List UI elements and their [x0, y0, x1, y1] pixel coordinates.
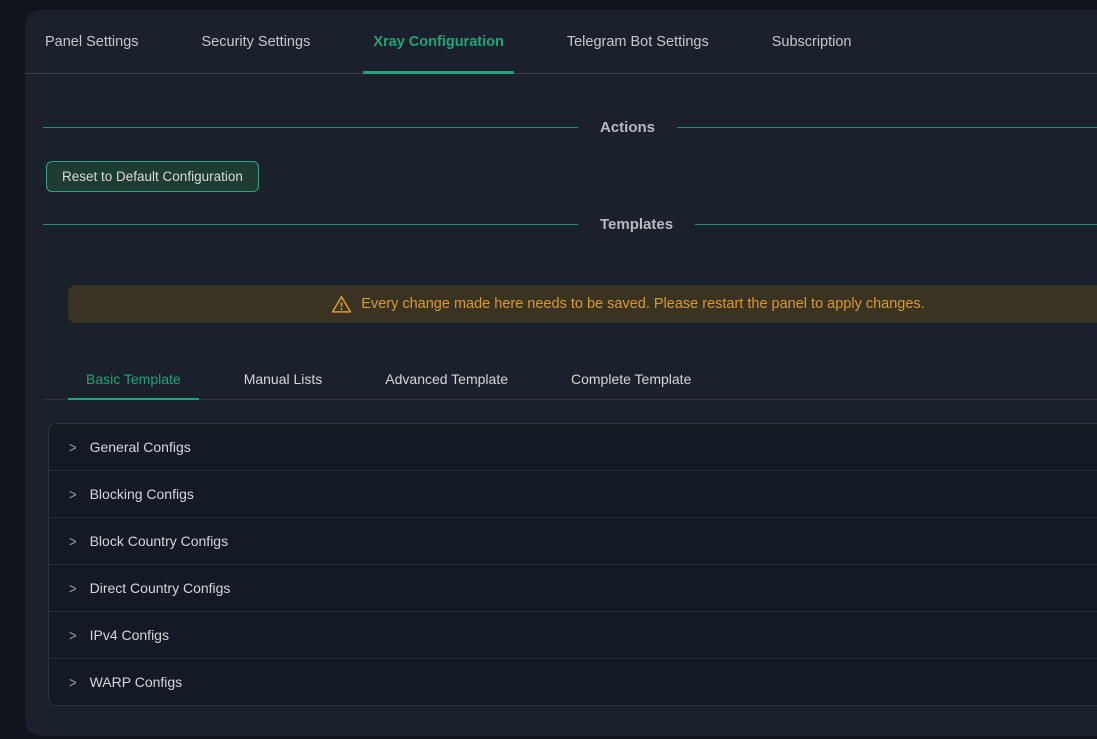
- tab-basic-template[interactable]: Basic Template: [68, 359, 199, 399]
- actions-divider: Actions: [43, 115, 1097, 139]
- collapse-header-block-country-configs[interactable]: > Block Country Configs: [49, 517, 1097, 564]
- chevron-right-icon: >: [69, 487, 77, 502]
- tab-advanced-template[interactable]: Advanced Template: [367, 359, 526, 399]
- divider-line: [43, 224, 578, 225]
- chevron-right-icon: >: [69, 675, 77, 690]
- divider-line: [43, 127, 578, 128]
- tab-manual-lists[interactable]: Manual Lists: [226, 359, 341, 399]
- actions-divider-label: Actions: [600, 119, 655, 136]
- warning-alert-message: Every change made here needs to be saved…: [361, 296, 924, 312]
- chevron-right-icon: >: [69, 534, 77, 549]
- tab-telegram-bot-settings[interactable]: Telegram Bot Settings: [557, 10, 719, 73]
- divider-line: [695, 224, 1097, 225]
- chevron-right-icon: >: [69, 581, 77, 596]
- templates-divider-label: Templates: [600, 216, 673, 233]
- xray-settings-card: Panel Settings Security Settings Xray Co…: [25, 10, 1097, 736]
- reset-default-config-button[interactable]: Reset to Default Configuration: [46, 161, 259, 192]
- collapse-header-label: Blocking Configs: [90, 486, 194, 502]
- config-collapse: > General Configs > Blocking Configs > B…: [48, 423, 1097, 706]
- divider-line: [677, 127, 1097, 128]
- collapse-header-label: Direct Country Configs: [90, 580, 231, 596]
- chevron-right-icon: >: [69, 628, 77, 643]
- collapse-header-label: WARP Configs: [90, 674, 183, 690]
- template-tab-bar: Basic Template Manual Lists Advanced Tem…: [43, 359, 1097, 400]
- chevron-right-icon: >: [69, 440, 77, 455]
- warning-alert: Every change made here needs to be saved…: [68, 285, 1097, 323]
- collapse-header-general-configs[interactable]: > General Configs: [49, 424, 1097, 470]
- collapse-header-warp-configs[interactable]: > WARP Configs: [49, 658, 1097, 705]
- collapse-header-label: IPv4 Configs: [90, 627, 169, 643]
- collapse-header-ipv4-configs[interactable]: > IPv4 Configs: [49, 611, 1097, 658]
- collapse-header-label: General Configs: [90, 439, 191, 455]
- tab-security-settings[interactable]: Security Settings: [192, 10, 321, 73]
- tab-complete-template[interactable]: Complete Template: [553, 359, 709, 399]
- templates-divider: Templates: [43, 212, 1097, 236]
- tab-panel-settings[interactable]: Panel Settings: [35, 10, 149, 73]
- collapse-header-direct-country-configs[interactable]: > Direct Country Configs: [49, 564, 1097, 611]
- tab-xray-configuration[interactable]: Xray Configuration: [363, 10, 514, 73]
- warning-triangle-icon: [331, 294, 352, 315]
- main-tab-bar: Panel Settings Security Settings Xray Co…: [25, 10, 1097, 74]
- tab-subscription[interactable]: Subscription: [762, 10, 862, 73]
- collapse-header-label: Block Country Configs: [90, 533, 229, 549]
- collapse-header-blocking-configs[interactable]: > Blocking Configs: [49, 470, 1097, 517]
